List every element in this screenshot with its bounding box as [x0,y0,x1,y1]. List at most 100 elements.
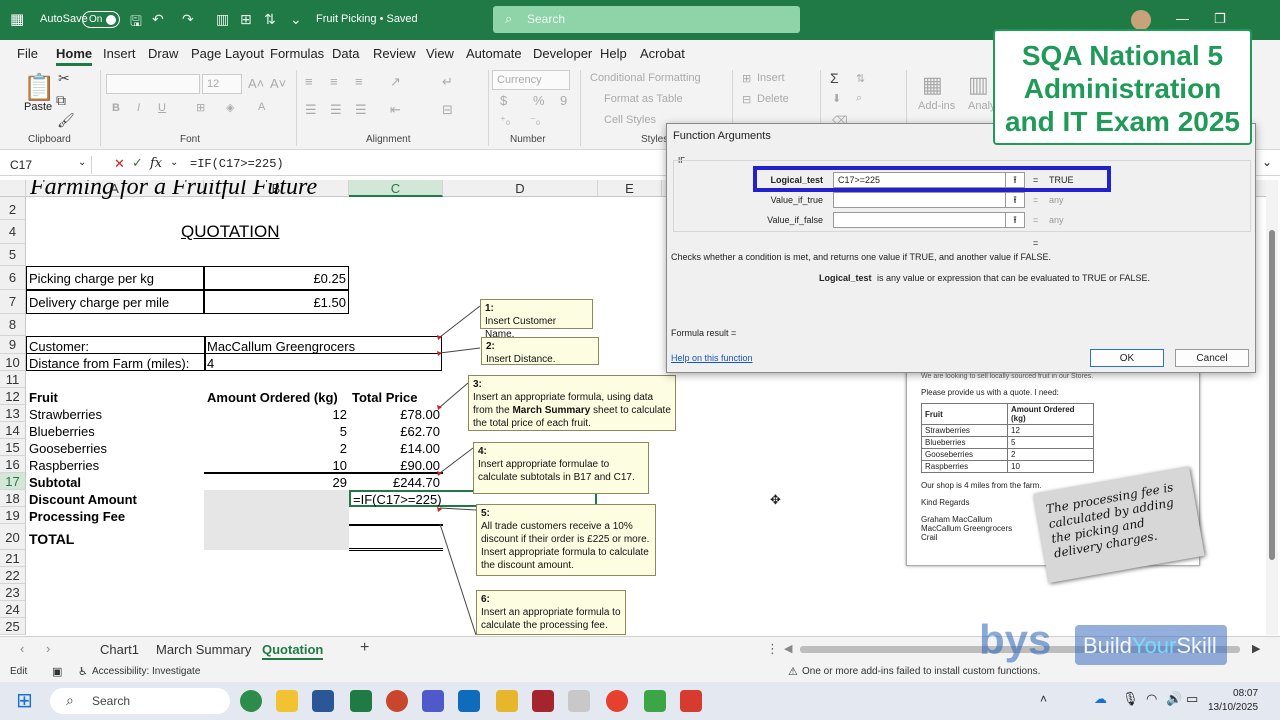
comment-note[interactable]: 2: Insert Distance. [481,337,599,365]
align-center-icon[interactable]: ☰ [330,102,342,118]
chart-icon[interactable]: ▥ [216,11,229,28]
windows-start-icon[interactable]: ⊞ [16,688,33,713]
function-arguments-dialog[interactable]: Function Arguments IF Logical_test C17>=… [666,123,1256,373]
more-options-icon[interactable]: ⋮ [766,641,779,657]
excel-icon[interactable] [350,690,372,712]
battery-icon[interactable]: ▭ [1186,691,1198,707]
font-size-select[interactable]: 12 [202,74,242,94]
menu-file[interactable]: File [17,46,38,61]
search-input[interactable]: ⌕ Search [493,6,800,33]
find-select-icon[interactable]: ⌕ [856,92,862,105]
addins-icon[interactable]: ▦ [922,72,943,98]
taskbar-search[interactable]: ⌕ Search [50,688,230,714]
autosum-icon[interactable]: Σ [830,70,839,86]
chrome-icon[interactable] [606,690,628,712]
menu-help[interactable]: Help [600,46,627,61]
document-title[interactable]: Fruit Picking • Saved [316,13,418,25]
addins-button[interactable]: Add-ins [918,100,955,112]
minimize-icon[interactable]: — [1176,11,1189,26]
hscroll-left-icon[interactable]: ◀ [784,642,792,655]
camtasia-icon[interactable] [644,690,666,712]
italic-icon[interactable]: I [137,102,140,114]
tray-expand-icon[interactable]: ˄ [1040,692,1047,706]
help-link[interactable]: Help on this function [671,353,753,363]
cancel-button[interactable]: Cancel [1175,349,1249,367]
paste-label[interactable]: Paste [24,101,52,113]
insert-function-icon[interactable]: fx [150,156,162,171]
menu-developer[interactable]: Developer [533,46,592,61]
merge-icon[interactable]: ⊟ [442,102,453,118]
recorder-icon[interactable] [680,690,702,712]
vertical-scrollbar[interactable] [1266,180,1278,635]
tab-scroll-left-icon[interactable]: ‹ [20,641,24,656]
font-color-icon[interactable]: A [258,101,265,113]
enter-icon[interactable]: ✓ [132,155,143,171]
insert-cells-icon[interactable]: ⊞ [742,72,751,85]
save-icon[interactable]: 🖫 [130,11,142,35]
bold-icon[interactable]: B [112,102,120,114]
delete-cells-icon[interactable]: ⊟ [742,93,751,106]
chevron-down-icon[interactable]: ⌄ [78,157,86,168]
powerpoint-icon[interactable] [386,690,408,712]
menu-review[interactable]: Review [373,46,416,61]
tab-chart1[interactable]: Chart1 [100,642,139,657]
onedrive-icon[interactable]: ☁ [1094,691,1107,707]
accessibility-status[interactable]: Accessibility: Investigate [92,666,200,677]
menu-home[interactable]: Home [56,46,93,66]
onenote-icon[interactable] [496,690,518,712]
sort-filter-icon[interactable]: ⇅ [856,72,865,85]
tab-scroll-right-icon[interactable]: › [46,641,50,656]
menu-data[interactable]: Data [332,46,359,61]
customize-icon[interactable]: ⌄ [290,11,302,28]
volume-icon[interactable]: 🔊 [1166,691,1182,707]
hscroll-right-icon[interactable]: ▶ [1252,642,1260,655]
expand-formula-icon[interactable]: ⌄ [1262,155,1272,169]
menu-page-layout[interactable]: Page Layout [191,46,264,61]
insert-cells-button[interactable]: Insert [757,72,785,84]
wrap-text-icon[interactable]: ↵ [442,74,453,90]
comment-note[interactable]: 3: Insert an appropriate formula, using d… [468,375,676,431]
add-sheet-icon[interactable]: + [360,639,369,657]
file-explorer-icon[interactable] [276,690,298,712]
delete-cells-button[interactable]: Delete [757,93,789,105]
decrease-decimal-icon[interactable]: ⁻₀ [530,114,540,127]
app-icon[interactable] [568,690,590,712]
menu-automate[interactable]: Automate [466,46,522,61]
cut-icon[interactable]: ✂ [58,70,70,87]
number-format-select[interactable]: Currency [492,70,570,90]
menu-draw[interactable]: Draw [148,46,178,61]
value-if-false-input[interactable] [833,212,1013,228]
accessibility-icon[interactable]: ♿ [78,665,88,678]
menu-formulas[interactable]: Formulas [270,46,324,61]
clock[interactable]: 08:07 13/10/2025 [1208,687,1258,715]
menu-insert[interactable]: Insert [103,46,136,61]
macro-icon[interactable]: ▣ [52,665,62,678]
autosave-toggle[interactable]: On [82,11,120,28]
cell-styles-button[interactable]: Cell Styles [604,114,656,126]
comment-note[interactable]: 5: All trade customers receive a 10% disc… [476,504,656,576]
formula-input[interactable]: =IF(C17>=225) [190,157,284,171]
paste-icon[interactable]: 📋 [23,72,55,103]
analyze-data-icon[interactable]: ▥ [968,72,989,98]
maximize-icon[interactable]: ❐ [1214,11,1226,27]
access-icon[interactable] [532,690,554,712]
menu-view[interactable]: View [426,46,454,61]
align-left-icon[interactable]: ☰ [305,102,317,118]
edge-icon[interactable] [240,690,262,712]
align-top-icon[interactable]: ≡ [305,74,313,89]
cancel-icon[interactable]: ✕ [114,156,125,172]
format-as-table-button[interactable]: Format as Table [604,93,683,105]
wifi-icon[interactable]: ◠ [1146,691,1157,707]
teams-icon[interactable] [422,690,444,712]
font-name-select[interactable] [106,74,200,94]
chevron-down-icon[interactable]: ⌄ [170,157,178,168]
value-if-true-input[interactable] [833,192,1013,208]
comment-note[interactable]: 4: Insert appropriate formulae to calcula… [473,442,649,494]
format-painter-icon[interactable]: 🖌 [57,112,75,129]
sort-icon[interactable]: ⇅ [264,11,276,28]
undo-icon[interactable]: ↶ [152,11,164,28]
tab-quotation[interactable]: Quotation [262,642,324,660]
copy-icon[interactable]: ⧉ [56,92,66,109]
word-icon[interactable] [312,690,334,712]
comment-note[interactable]: 1: Insert Customer Name. [480,299,593,340]
